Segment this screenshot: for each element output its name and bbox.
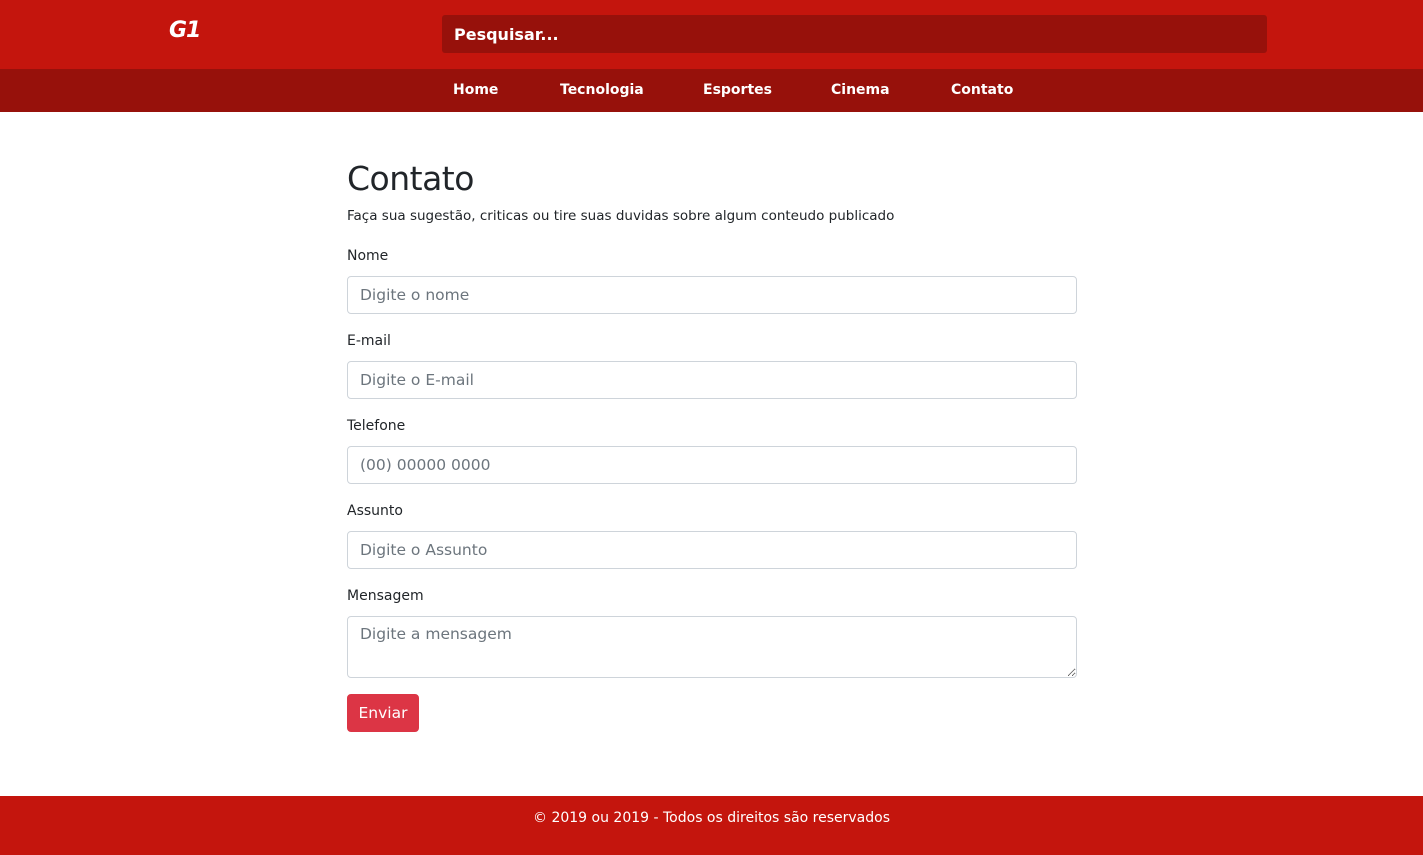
- email-label: E-mail: [347, 333, 391, 349]
- page-title: Contato: [347, 159, 474, 198]
- search-input[interactable]: [442, 15, 1267, 53]
- telefone-input[interactable]: [347, 446, 1077, 484]
- telefone-label: Telefone: [347, 418, 406, 434]
- footer: © 2019 ou 2019 - Todos os direitos são r…: [0, 796, 1423, 855]
- contact-section: Contato Faça sua sugestão, criticas ou t…: [347, 158, 1077, 732]
- top-header: G1: [0, 0, 1423, 69]
- nav-item-home[interactable]: Home: [453, 69, 498, 112]
- g1-logo[interactable]: G1: [169, 18, 201, 43]
- footer-copyright: © 2019 ou 2019 - Todos os direitos são r…: [533, 810, 890, 826]
- nome-label: Nome: [347, 248, 389, 264]
- enviar-button[interactable]: Enviar: [347, 694, 419, 732]
- main-nav: Home Tecnologia Esportes Cinema Contato: [0, 69, 1423, 112]
- nome-input[interactable]: [347, 276, 1077, 314]
- nav-item-contato[interactable]: Contato: [951, 69, 1013, 112]
- assunto-label: Assunto: [347, 503, 403, 519]
- mensagem-label: Mensagem: [347, 588, 424, 604]
- assunto-input[interactable]: [347, 531, 1077, 569]
- page-subtitle: Faça sua sugestão, criticas ou tire suas…: [347, 208, 895, 224]
- nav-item-cinema[interactable]: Cinema: [831, 69, 890, 112]
- nav-item-esportes[interactable]: Esportes: [703, 69, 772, 112]
- nav-item-tecnologia[interactable]: Tecnologia: [560, 69, 644, 112]
- email-input[interactable]: [347, 361, 1077, 399]
- mensagem-textarea[interactable]: [347, 616, 1077, 678]
